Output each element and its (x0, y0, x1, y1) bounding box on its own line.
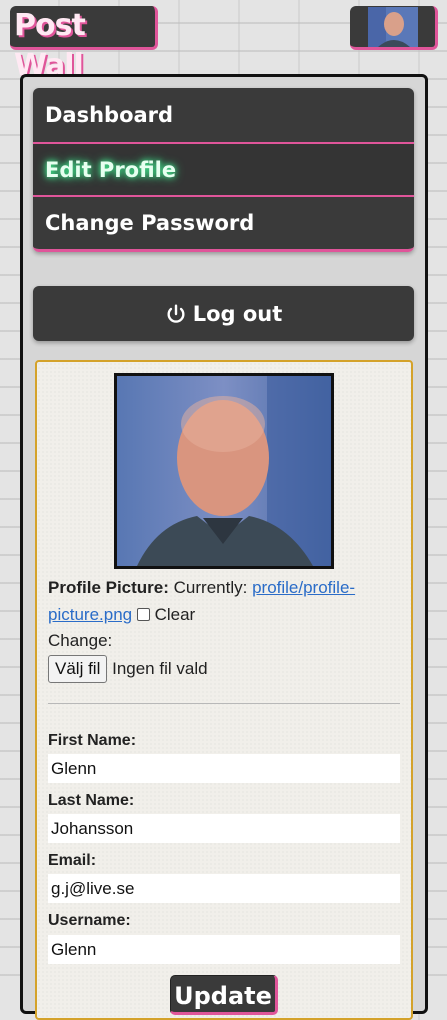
logout-label: Log out (192, 301, 283, 326)
file-status: Ingen fil vald (112, 659, 208, 678)
avatar (367, 6, 418, 47)
profile-picture (114, 373, 334, 569)
nav-item-label: Change Password (45, 211, 255, 235)
profile-picture-row: Profile Picture: Currently: profile/prof… (48, 578, 355, 598)
current-picture-link[interactable]: profile/profile- (252, 578, 355, 597)
logout-button[interactable]: Log out (33, 286, 414, 341)
email-field[interactable]: g.j@live.se (48, 874, 400, 903)
profile-picture-row-2: picture.png Clear (48, 605, 195, 625)
nav-item-label: Edit Profile (45, 157, 177, 182)
clear-checkbox[interactable] (136, 608, 150, 621)
choose-file-button[interactable]: Välj fil (48, 655, 108, 683)
power-icon (167, 304, 185, 323)
last-name-label: Last Name: (48, 792, 135, 809)
profile-nav: Dashboard Edit Profile Change Password (33, 88, 414, 252)
change-label: Change: (48, 631, 113, 650)
nav-item-label: Dashboard (45, 103, 174, 127)
first-name-field[interactable]: Glenn (48, 754, 400, 783)
username-field[interactable]: Glenn (48, 935, 400, 964)
nav-item-change-password[interactable]: Change Password (33, 197, 414, 249)
nav-item-dashboard[interactable]: Dashboard (33, 88, 414, 144)
avatar-button[interactable] (350, 6, 438, 50)
profile-picture-label: Profile Picture: (48, 578, 169, 597)
file-picker-row: Välj fil Ingen fil vald (48, 655, 208, 683)
email-label: Email: (48, 852, 97, 869)
username-label: Username: (48, 912, 131, 929)
app-logo[interactable]: Post Wall (10, 6, 158, 83)
nav-item-edit-profile[interactable]: Edit Profile (33, 144, 414, 197)
current-picture-link-cont[interactable]: picture.png (48, 605, 132, 624)
currently-label: Currently: (173, 578, 248, 597)
update-button[interactable]: Update (170, 975, 278, 1015)
clear-label: Clear (154, 605, 196, 624)
profile-photo-image (117, 376, 331, 566)
last-name-field[interactable]: Johansson (48, 814, 400, 843)
divider (48, 703, 400, 704)
first-name-label: First Name: (48, 732, 137, 749)
